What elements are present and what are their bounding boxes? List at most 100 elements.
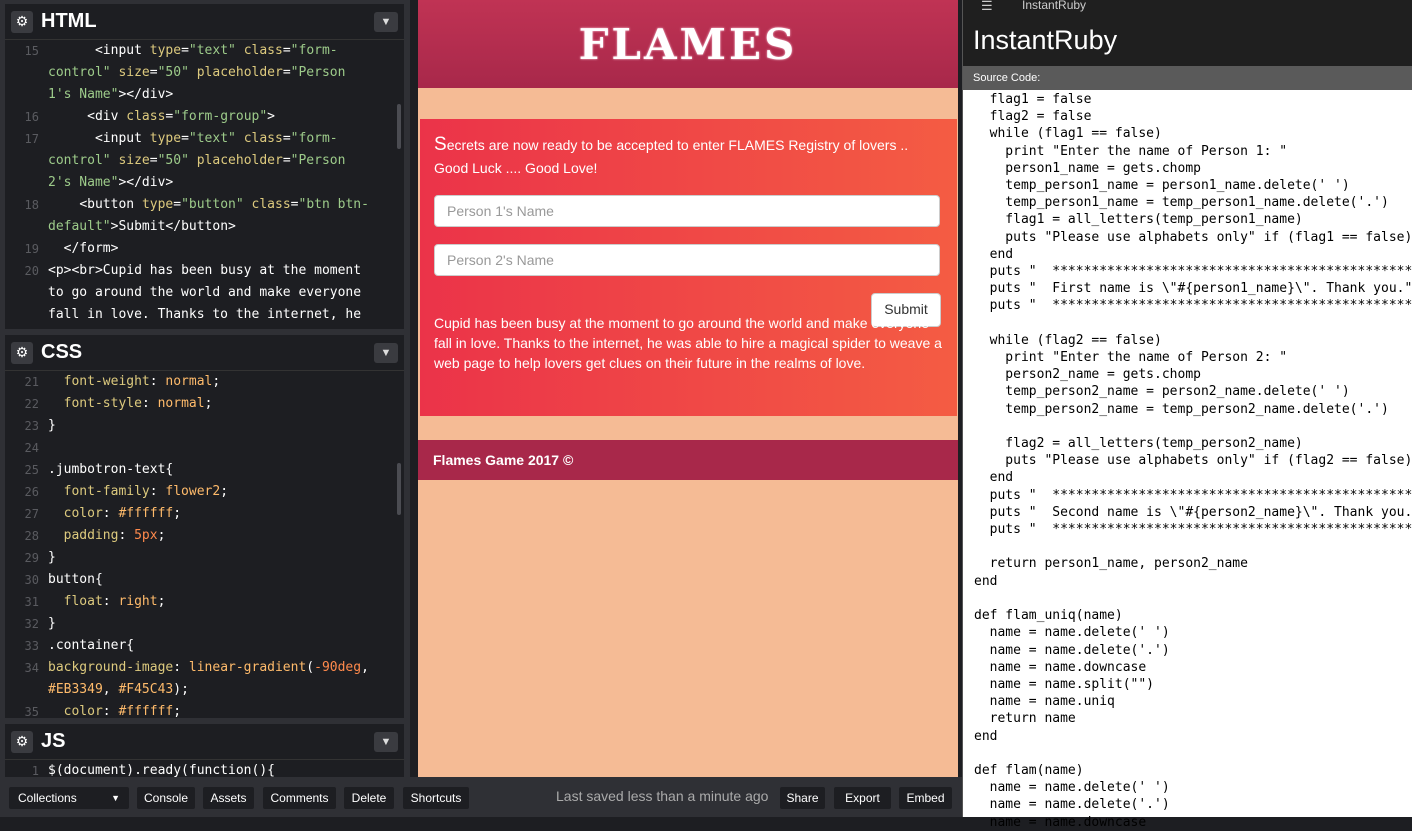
code-token: <div bbox=[87, 109, 127, 124]
code-token: > bbox=[267, 109, 275, 124]
line-number: 18 bbox=[24, 198, 39, 212]
code-line: 15 <input type="text" class="form- bbox=[5, 40, 404, 62]
js-code-editor[interactable]: 1 $(document).ready(function(){ bbox=[5, 760, 404, 777]
code-text: <div class="form-group"> bbox=[5, 106, 404, 128]
code-token: = bbox=[282, 153, 291, 168]
share-button[interactable]: Share bbox=[780, 787, 825, 809]
code-token: ; bbox=[157, 594, 166, 609]
line-number: 17 bbox=[24, 132, 39, 146]
code-line: 19 </form> bbox=[5, 238, 404, 260]
assets-button[interactable]: Assets bbox=[203, 787, 254, 809]
code-text: 1's Name"></div> bbox=[5, 84, 404, 106]
code-token: <p><br> bbox=[48, 263, 103, 278]
gear-icon[interactable]: ⚙ bbox=[11, 730, 33, 753]
css-code-editor[interactable]: 21 font-weight: normal; 22 font-style: no… bbox=[5, 371, 404, 718]
code-token: control" bbox=[48, 65, 111, 80]
paragraph-text: Cupid has been busy at the moment to go … bbox=[434, 315, 942, 371]
hamburger-menu-icon[interactable]: ☰ bbox=[981, 0, 993, 14]
code-token: : bbox=[102, 594, 119, 609]
code-token: "50" bbox=[157, 153, 189, 168]
code-line: #EB3349, #F45C43); bbox=[5, 679, 404, 701]
embed-button[interactable]: Embed bbox=[899, 787, 952, 809]
js-panel: ⚙ JS ▼ 1 $(document).ready(function(){ bbox=[5, 724, 404, 777]
export-button[interactable]: Export bbox=[834, 787, 891, 809]
code-token: linear-gradient bbox=[188, 660, 307, 675]
code-token: size bbox=[118, 153, 150, 168]
code-token: font-style bbox=[63, 396, 142, 411]
code-token: Cupid has been busy at the moment bbox=[102, 263, 362, 278]
chevron-down-icon[interactable]: ▼ bbox=[374, 732, 398, 752]
code-line: 34 background-image: linear-gradient(-90d… bbox=[5, 657, 404, 679]
code-token: = bbox=[282, 131, 291, 146]
line-number: 34 bbox=[24, 661, 39, 675]
html-panel-header: ⚙ HTML ▼ bbox=[5, 4, 404, 40]
person2-input[interactable]: Person 2's Name bbox=[434, 244, 940, 276]
code-text: $(document).ready(function(){ bbox=[5, 760, 404, 777]
line-number: 21 bbox=[24, 375, 39, 389]
code-token: font-weight bbox=[63, 374, 150, 389]
line-number: 32 bbox=[24, 617, 39, 631]
code-line: 35 color: #ffffff; bbox=[5, 701, 404, 718]
gear-icon[interactable]: ⚙ bbox=[11, 341, 33, 364]
preview-header: FLAMES bbox=[418, 0, 958, 88]
code-token: = bbox=[282, 43, 291, 58]
code-token: = bbox=[282, 65, 291, 80]
code-token: Submit bbox=[118, 219, 166, 234]
shortcuts-button[interactable]: Shortcuts bbox=[403, 787, 469, 809]
code-token: : bbox=[141, 396, 158, 411]
code-text: } bbox=[5, 547, 404, 569]
console-button[interactable]: Console bbox=[137, 787, 195, 809]
code-token: "50" bbox=[157, 65, 189, 80]
chevron-down-icon: ▼ bbox=[111, 793, 120, 803]
code-token: button{ bbox=[48, 572, 103, 587]
code-token: <input bbox=[94, 43, 150, 58]
chevron-down-icon[interactable]: ▼ bbox=[374, 343, 398, 363]
preview-intro: Secrets are now ready to be accepted to … bbox=[420, 119, 957, 180]
line-number: 27 bbox=[24, 507, 39, 521]
code-text: fall in love. Thanks to the internet, he bbox=[5, 304, 404, 326]
code-token: default" bbox=[48, 219, 111, 234]
line-number: 1 bbox=[31, 764, 39, 777]
code-token: -90deg bbox=[314, 660, 362, 675]
code-line: 31 float: right; bbox=[5, 591, 404, 613]
code-line: 23} bbox=[5, 415, 404, 437]
code-text: .container{ bbox=[5, 635, 404, 657]
collections-dropdown[interactable]: Collections ▼ bbox=[9, 787, 129, 809]
code-line: 26 font-family: flower2; bbox=[5, 481, 404, 503]
person1-input[interactable]: Person 1's Name bbox=[434, 195, 940, 227]
code-token: #ffffff bbox=[118, 506, 174, 521]
intro-initial: S bbox=[434, 134, 447, 155]
code-token: = bbox=[290, 197, 299, 212]
code-token: : bbox=[102, 506, 119, 521]
preview-pane: FLAMES Secrets are now ready to be accep… bbox=[418, 0, 958, 777]
code-text: font-style: normal; bbox=[5, 393, 404, 415]
gear-icon[interactable]: ⚙ bbox=[11, 10, 33, 33]
html-panel-title: HTML bbox=[41, 10, 97, 32]
html-code-editor[interactable]: 15 <input type="text" class="form-contro… bbox=[5, 40, 404, 326]
code-token: "Person bbox=[290, 153, 346, 168]
chevron-down-icon[interactable]: ▼ bbox=[374, 12, 398, 32]
source-code-text[interactable]: flag1 = false flag2 = false while (flag1… bbox=[963, 90, 1412, 831]
code-token: "text" bbox=[188, 131, 236, 146]
code-token: type bbox=[149, 131, 182, 146]
code-line: 18 <button type="button" class="btn btn- bbox=[5, 194, 404, 216]
code-token: #F45C43 bbox=[118, 682, 174, 697]
css-scrollbar[interactable] bbox=[397, 463, 401, 515]
line-number: 25 bbox=[24, 463, 39, 477]
delete-button[interactable]: Delete bbox=[344, 787, 394, 809]
html-scrollbar[interactable] bbox=[397, 104, 401, 149]
code-token: 5px bbox=[134, 528, 158, 543]
code-token: } bbox=[48, 550, 56, 565]
comments-button[interactable]: Comments bbox=[263, 787, 336, 809]
code-text: float: right; bbox=[5, 591, 404, 613]
css-panel: ⚙ CSS ▼ 21 font-weight: normal; 22 font-s… bbox=[5, 335, 404, 718]
code-text: font-weight: normal; bbox=[5, 371, 404, 393]
code-token: = bbox=[149, 65, 158, 80]
code-token: <input bbox=[94, 131, 150, 146]
code-token: color bbox=[63, 704, 103, 718]
code-token: : bbox=[102, 704, 119, 718]
code-token: 1's Name" bbox=[48, 87, 119, 102]
